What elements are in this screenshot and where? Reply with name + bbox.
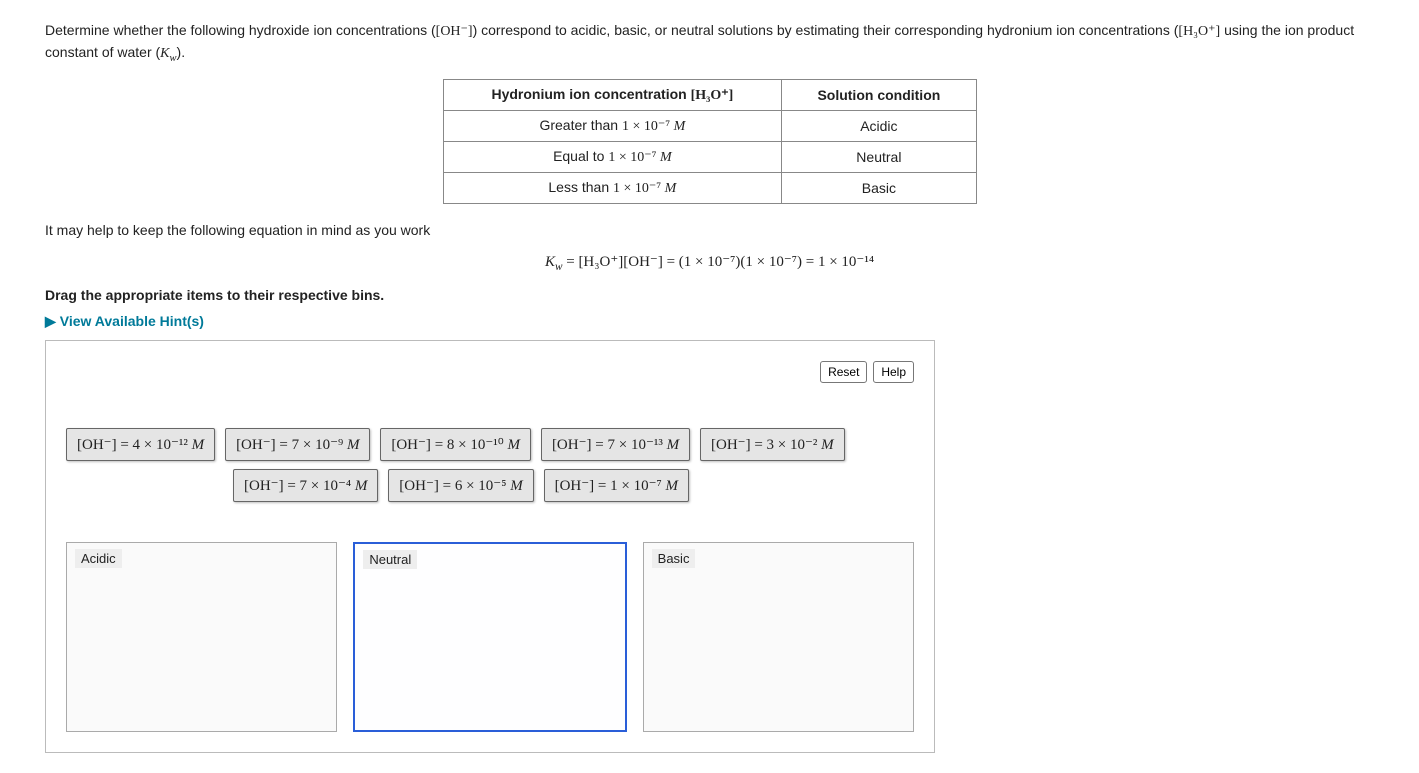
drag-item[interactable]: [OH⁻] = 3 × 10⁻² M <box>700 428 845 461</box>
bin-label: Acidic <box>75 549 122 568</box>
bin-neutral[interactable]: Neutral <box>353 542 626 732</box>
hint-text: It may help to keep the following equati… <box>45 222 1374 238</box>
drag-item[interactable]: [OH⁻] = 7 × 10⁻⁹ M <box>225 428 370 461</box>
view-hints-link[interactable]: ▶View Available Hint(s) <box>45 313 204 330</box>
bin-label: Neutral <box>363 550 417 569</box>
reference-table: Hydronium ion concentration [H₃O⁺] Solut… <box>443 79 977 204</box>
table-row: Greater than 1 × 10⁻⁷ M Acidic <box>443 110 976 141</box>
table-row: Equal to 1 × 10⁻⁷ M Neutral <box>443 141 976 172</box>
table-header-conc: Hydronium ion concentration [H₃O⁺] <box>443 79 782 110</box>
bin-label: Basic <box>652 549 696 568</box>
drag-item[interactable]: [OH⁻] = 7 × 10⁻⁴ M <box>233 469 378 502</box>
table-row: Less than 1 × 10⁻⁷ M Basic <box>443 172 976 203</box>
prompt-text-1: Determine whether the following hydroxid… <box>45 22 436 38</box>
kw-equation: Kw = [H₃O⁺][OH⁻] = (1 × 10⁻⁷)(1 × 10⁻⁷) … <box>45 252 1374 273</box>
drag-instruction: Drag the appropriate items to their resp… <box>45 287 1374 303</box>
bins-row: Acidic Neutral Basic <box>66 542 914 732</box>
drag-item[interactable]: [OH⁻] = 4 × 10⁻¹² M <box>66 428 215 461</box>
chevron-right-icon: ▶ <box>45 313 56 330</box>
prompt-oh: [OH⁻] <box>436 24 473 39</box>
table-header-cond: Solution condition <box>782 79 976 110</box>
prompt-text-2: ) correspond to acidic, basic, or neutra… <box>473 22 1179 38</box>
bin-basic[interactable]: Basic <box>643 542 914 732</box>
reset-button[interactable]: Reset <box>820 361 867 383</box>
drag-item[interactable]: [OH⁻] = 1 × 10⁻⁷ M <box>544 469 689 502</box>
help-button[interactable]: Help <box>873 361 914 383</box>
bin-acidic[interactable]: Acidic <box>66 542 337 732</box>
prompt-text-4: ). <box>177 44 186 60</box>
prompt-kw: Kw <box>160 46 176 61</box>
drag-drop-workspace: Reset Help [OH⁻] = 4 × 10⁻¹² M [OH⁻] = 7… <box>45 340 935 753</box>
question-prompt: Determine whether the following hydroxid… <box>45 20 1374 67</box>
drag-item[interactable]: [OH⁻] = 8 × 10⁻¹⁰ M <box>380 428 531 461</box>
prompt-h3o: [H₃O⁺] <box>1178 24 1220 39</box>
draggable-items-pool: [OH⁻] = 4 × 10⁻¹² M [OH⁻] = 7 × 10⁻⁹ M [… <box>66 428 914 502</box>
drag-item[interactable]: [OH⁻] = 7 × 10⁻¹³ M <box>541 428 690 461</box>
drag-item[interactable]: [OH⁻] = 6 × 10⁻⁵ M <box>388 469 533 502</box>
